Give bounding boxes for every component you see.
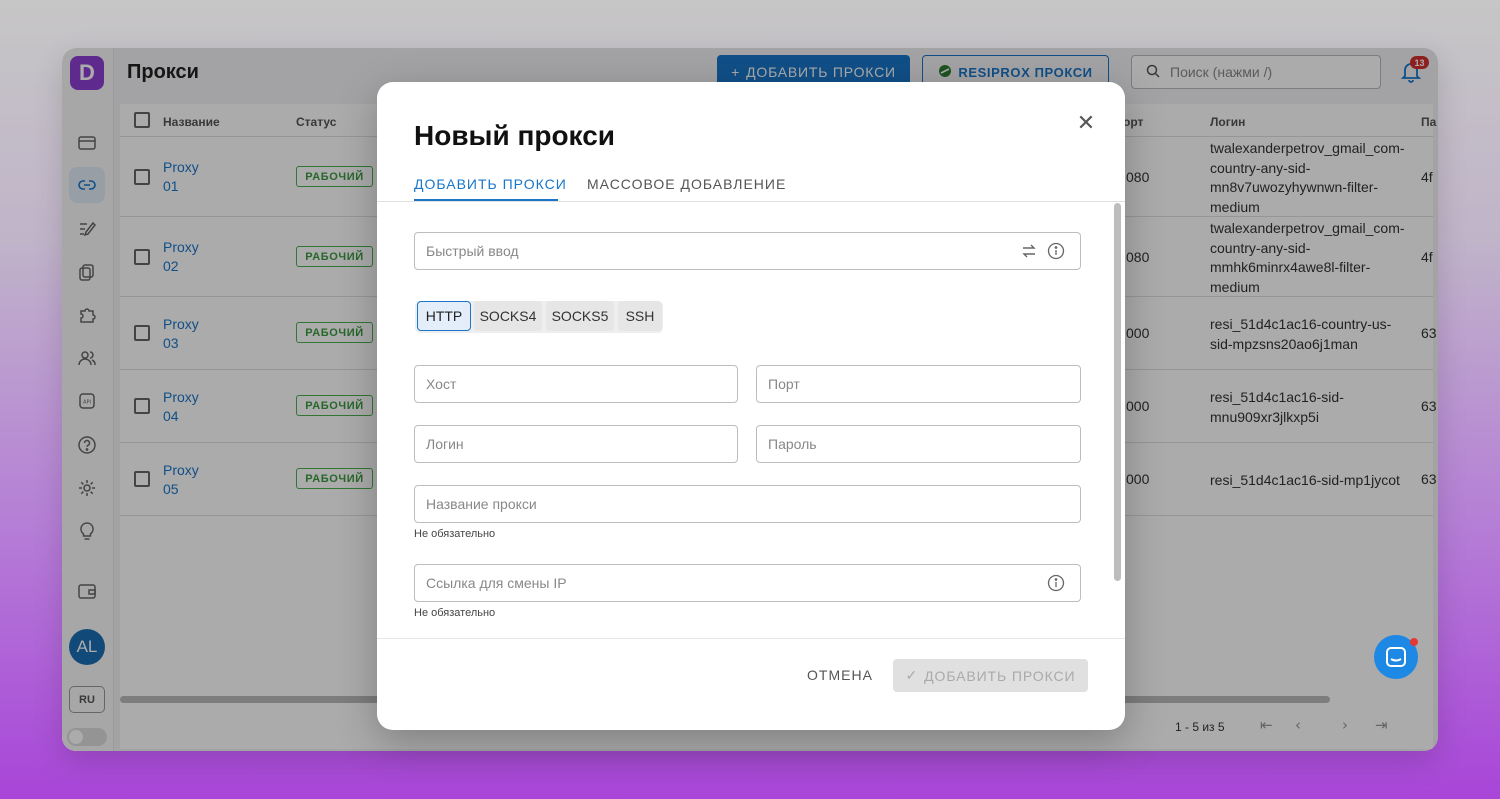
cancel-button[interactable]: ОТМЕНА xyxy=(795,659,885,691)
protocol-socks4[interactable]: SOCKS4 xyxy=(474,301,542,331)
dialog-title: Новый прокси xyxy=(414,120,615,151)
chat-unread-dot xyxy=(1410,638,1418,646)
ip-change-link-placeholder: Ссылка для смены IP xyxy=(426,575,567,591)
protocol-http[interactable]: HTTP xyxy=(417,301,471,331)
login-field[interactable]: Логин xyxy=(414,425,738,463)
protocol-ssh[interactable]: SSH xyxy=(618,301,662,331)
ip-change-link-field[interactable]: Ссылка для смены IP xyxy=(414,564,1081,602)
check-icon: ✓ xyxy=(905,667,919,683)
port-field[interactable]: Порт xyxy=(756,365,1081,403)
info-icon[interactable] xyxy=(1046,573,1066,593)
close-icon[interactable]: ✕ xyxy=(1074,111,1098,136)
proxy-name-helper: Не обязательно xyxy=(414,528,496,540)
password-field[interactable]: Пароль xyxy=(756,425,1081,463)
dialog-footer-divider xyxy=(377,638,1125,639)
proxy-name-field[interactable]: Название прокси xyxy=(414,485,1081,523)
quick-input-field[interactable]: Быстрый ввод xyxy=(414,232,1081,270)
host-field[interactable]: Хост xyxy=(414,365,738,403)
ip-change-link-helper: Не обязательно xyxy=(414,607,496,619)
port-placeholder: Порт xyxy=(768,376,800,392)
swap-icon[interactable] xyxy=(1019,241,1039,261)
submit-add-proxy-button[interactable]: ✓ ДОБАВИТЬ ПРОКСИ xyxy=(893,659,1088,692)
quick-input-placeholder: Быстрый ввод xyxy=(426,243,519,259)
login-placeholder: Логин xyxy=(426,436,464,452)
vertical-scrollbar[interactable] xyxy=(1114,203,1121,581)
tab-bulk-add[interactable]: МАССОВОЕ ДОБАВЛЕНИЕ xyxy=(587,176,786,192)
password-placeholder: Пароль xyxy=(768,436,817,452)
info-icon[interactable] xyxy=(1046,241,1066,261)
protocol-socks5[interactable]: SOCKS5 xyxy=(546,301,614,331)
tab-add-proxy[interactable]: ДОБАВИТЬ ПРОКСИ xyxy=(414,176,567,192)
new-proxy-dialog: Новый прокси ✕ ДОБАВИТЬ ПРОКСИ МАССОВОЕ … xyxy=(377,82,1125,730)
submit-label: ДОБАВИТЬ ПРОКСИ xyxy=(924,667,1076,684)
tab-divider xyxy=(377,201,1125,202)
proxy-name-placeholder: Название прокси xyxy=(426,496,537,512)
host-placeholder: Хост xyxy=(426,376,457,392)
